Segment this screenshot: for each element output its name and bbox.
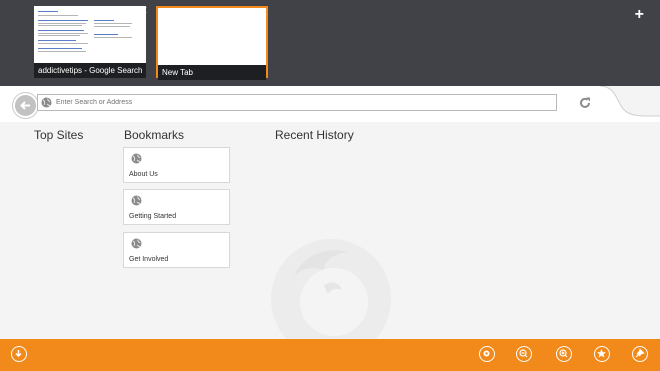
star-icon[interactable] [594,346,610,362]
settings-icon[interactable] [479,346,495,362]
download-icon[interactable] [11,346,27,362]
app-bar [0,339,660,371]
bookmark-tile[interactable]: Get Involved [123,232,230,268]
bookmark-label: About Us [129,171,158,178]
arrow-left-icon [20,101,30,110]
tab-title: New Tab [158,65,266,80]
tab-strip: addictivetips - Google Search ✕ New Tab … [0,0,660,86]
globe-icon [41,97,52,108]
tab-thumbnail [158,8,266,65]
zoom-in-icon[interactable] [556,346,572,362]
bookmark-tile[interactable]: Getting Started [123,189,230,225]
tab-thumbnail [34,6,146,63]
search-input[interactable] [56,95,536,110]
tab-new-tab[interactable]: New Tab ✕ [156,6,270,80]
bookmarks-heading: Bookmarks [124,128,185,142]
globe-icon [131,195,142,206]
zoom-out-icon[interactable] [516,346,532,362]
pin-icon[interactable] [632,346,648,362]
globe-icon [131,153,142,164]
back-button[interactable] [13,93,38,118]
close-tab-icon[interactable]: ✕ [136,4,150,18]
tab-google-search[interactable]: addictivetips - Google Search ✕ [34,5,148,78]
new-tab-plus-icon[interactable]: + [635,6,644,24]
reload-icon[interactable] [578,96,592,110]
address-bar[interactable] [37,94,557,111]
globe-icon [131,238,142,249]
recent-history-heading: Recent History [275,128,354,142]
bookmark-tile[interactable]: About Us [123,147,230,183]
bookmark-label: Get Involved [129,256,169,263]
tab-title: addictivetips - Google Search [34,63,146,78]
firefox-logo-icon [271,239,391,340]
top-sites-heading: Top Sites [34,128,84,142]
bookmark-label: Getting Started [129,213,177,220]
close-tab-icon[interactable]: ✕ [256,6,270,20]
